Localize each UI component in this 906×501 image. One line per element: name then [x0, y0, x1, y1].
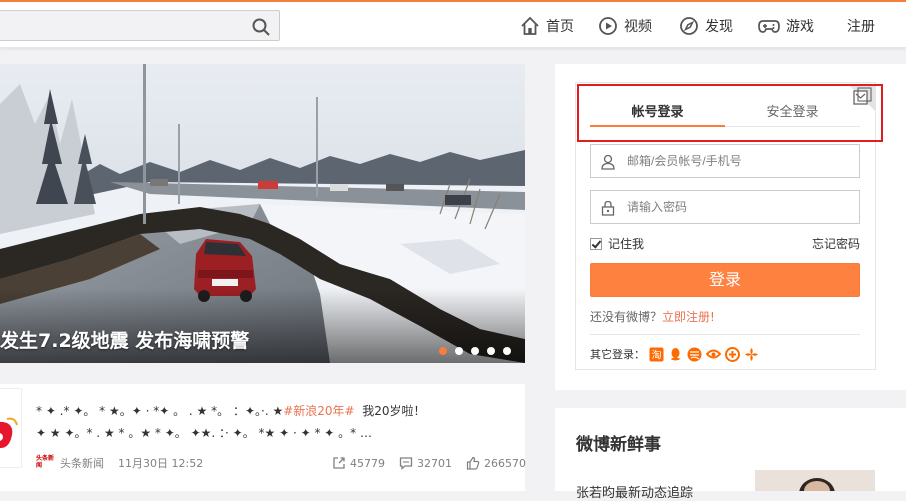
comment-icon [399, 457, 413, 470]
highlight-box [577, 84, 883, 142]
carousel-dot[interactable] [455, 347, 463, 355]
comment-button[interactable]: 32701 [399, 456, 452, 470]
svg-text:淘: 淘 [652, 348, 662, 361]
feed-text[interactable]: * ✦ .* ✦。 * ★。✦ · *✦ 。 . ★ *。 ：✦。·. ★#新浪… [36, 400, 522, 444]
carousel-dot[interactable] [487, 347, 495, 355]
other-login: 其它登录： 淘 [590, 346, 759, 362]
repost-count: 45779 [350, 456, 385, 470]
source-logo: 头条新闻 [36, 455, 55, 469]
nav-register[interactable]: 注册 [847, 14, 875, 38]
carousel-dots [439, 347, 511, 355]
source-name[interactable]: 头条新闻 [60, 455, 104, 471]
feed-avatar[interactable] [0, 388, 22, 468]
nav-home-label: 首页 [546, 19, 574, 35]
nav-video[interactable]: 视频 [598, 14, 652, 38]
repost-icon [333, 457, 345, 469]
banner-image [0, 64, 525, 363]
carousel-dot[interactable] [471, 347, 479, 355]
feed-text-prefix: * ✦ .* ✦。 * ★。✦ · *✦ 。 . ★ *。 ：✦。·. ★ [36, 404, 284, 418]
feed-text-line2: ✦ ★ ✦。* . ★ * 。★ * ✦。 ✦★. ：· ✦。 *★ ✦ · ✦… [36, 426, 372, 440]
fresh-news-item[interactable]: 张若昀最新动态追踪 [576, 482, 746, 501]
password-input[interactable] [627, 198, 847, 216]
no-account-text: 还没有微博？ [590, 310, 663, 324]
hashtag-link[interactable]: #新浪20年# [283, 404, 354, 418]
user-icon [601, 154, 615, 170]
feed-meta: 头条新闻 头条新闻 11月30日 12:52 45779 32701 26657… [36, 454, 526, 472]
password-field [590, 190, 860, 224]
nav-home[interactable]: 首页 [520, 14, 574, 38]
nav-video-label: 视频 [624, 19, 652, 35]
tianyi-icon[interactable] [706, 347, 721, 362]
qq-icon[interactable] [668, 347, 683, 362]
other-login-label: 其它登录： [590, 348, 645, 361]
nav-discover[interactable]: 发现 [679, 14, 733, 38]
login-button[interactable]: 登录 [590, 263, 860, 297]
like-button[interactable]: 266570 [466, 456, 526, 470]
carousel-dot[interactable] [439, 347, 447, 355]
register-prompt: 还没有微博？立即注册! [590, 308, 715, 325]
search-input[interactable] [5, 16, 235, 36]
compass-icon [680, 17, 698, 35]
news-banner[interactable]: 发生7.2级地震 发布海啸预警 [0, 64, 525, 363]
like-count: 266570 [484, 456, 526, 470]
portrait-image [755, 470, 875, 491]
alipay-icon[interactable] [687, 347, 702, 362]
search-box [0, 10, 280, 41]
top-navigation-bar: 首页 视频 发现 游戏 注册 [0, 2, 906, 48]
nav-games[interactable]: 游戏 [758, 14, 814, 38]
banner-caption[interactable]: 发生7.2级地震 发布海啸预警 [0, 326, 249, 353]
gamepad-icon [758, 20, 780, 33]
feed-text-line1: * ✦ .* ✦。 * ★。✦ · *✦ 。 . ★ *。 ：✦。·. ★#新浪… [36, 400, 522, 422]
video-icon [599, 17, 617, 35]
china-telecom-icon[interactable] [725, 346, 740, 362]
home-icon [521, 16, 539, 35]
fresh-news-thumbnail[interactable] [755, 470, 875, 491]
china-unicom-icon[interactable] [744, 347, 759, 362]
login-divider [590, 334, 860, 335]
repost-button[interactable]: 45779 [332, 456, 385, 470]
remember-me[interactable]: 记住我 [590, 235, 644, 252]
forgot-password-link[interactable]: 忘记密码 [812, 235, 860, 252]
thumbs-up-icon [466, 456, 480, 470]
nav-discover-label: 发现 [705, 19, 733, 35]
fresh-news-title: 微博新鲜事 [576, 435, 661, 455]
taobao-icon[interactable]: 淘 [649, 347, 664, 362]
post-date[interactable]: 11月30日 12:52 [118, 455, 203, 471]
username-field [590, 144, 860, 178]
nav-games-label: 游戏 [786, 19, 814, 35]
feed-card: * ✦ .* ✦。 * ★。✦ · *✦ 。 . ★ *。 ：✦。·. ★#新浪… [0, 384, 526, 491]
remember-checkbox[interactable] [590, 237, 602, 250]
sina-logo-icon [0, 417, 18, 448]
comment-count: 32701 [417, 456, 452, 470]
register-link[interactable]: 立即注册! [662, 310, 715, 324]
nav-register-label: 注册 [847, 19, 875, 35]
carousel-dot[interactable] [503, 347, 511, 355]
remember-label: 记住我 [608, 237, 645, 251]
feed-text-suffix: 我20岁啦！ [362, 404, 426, 418]
search-icon[interactable] [251, 17, 271, 37]
username-input[interactable] [627, 152, 847, 170]
lock-icon [601, 200, 615, 216]
